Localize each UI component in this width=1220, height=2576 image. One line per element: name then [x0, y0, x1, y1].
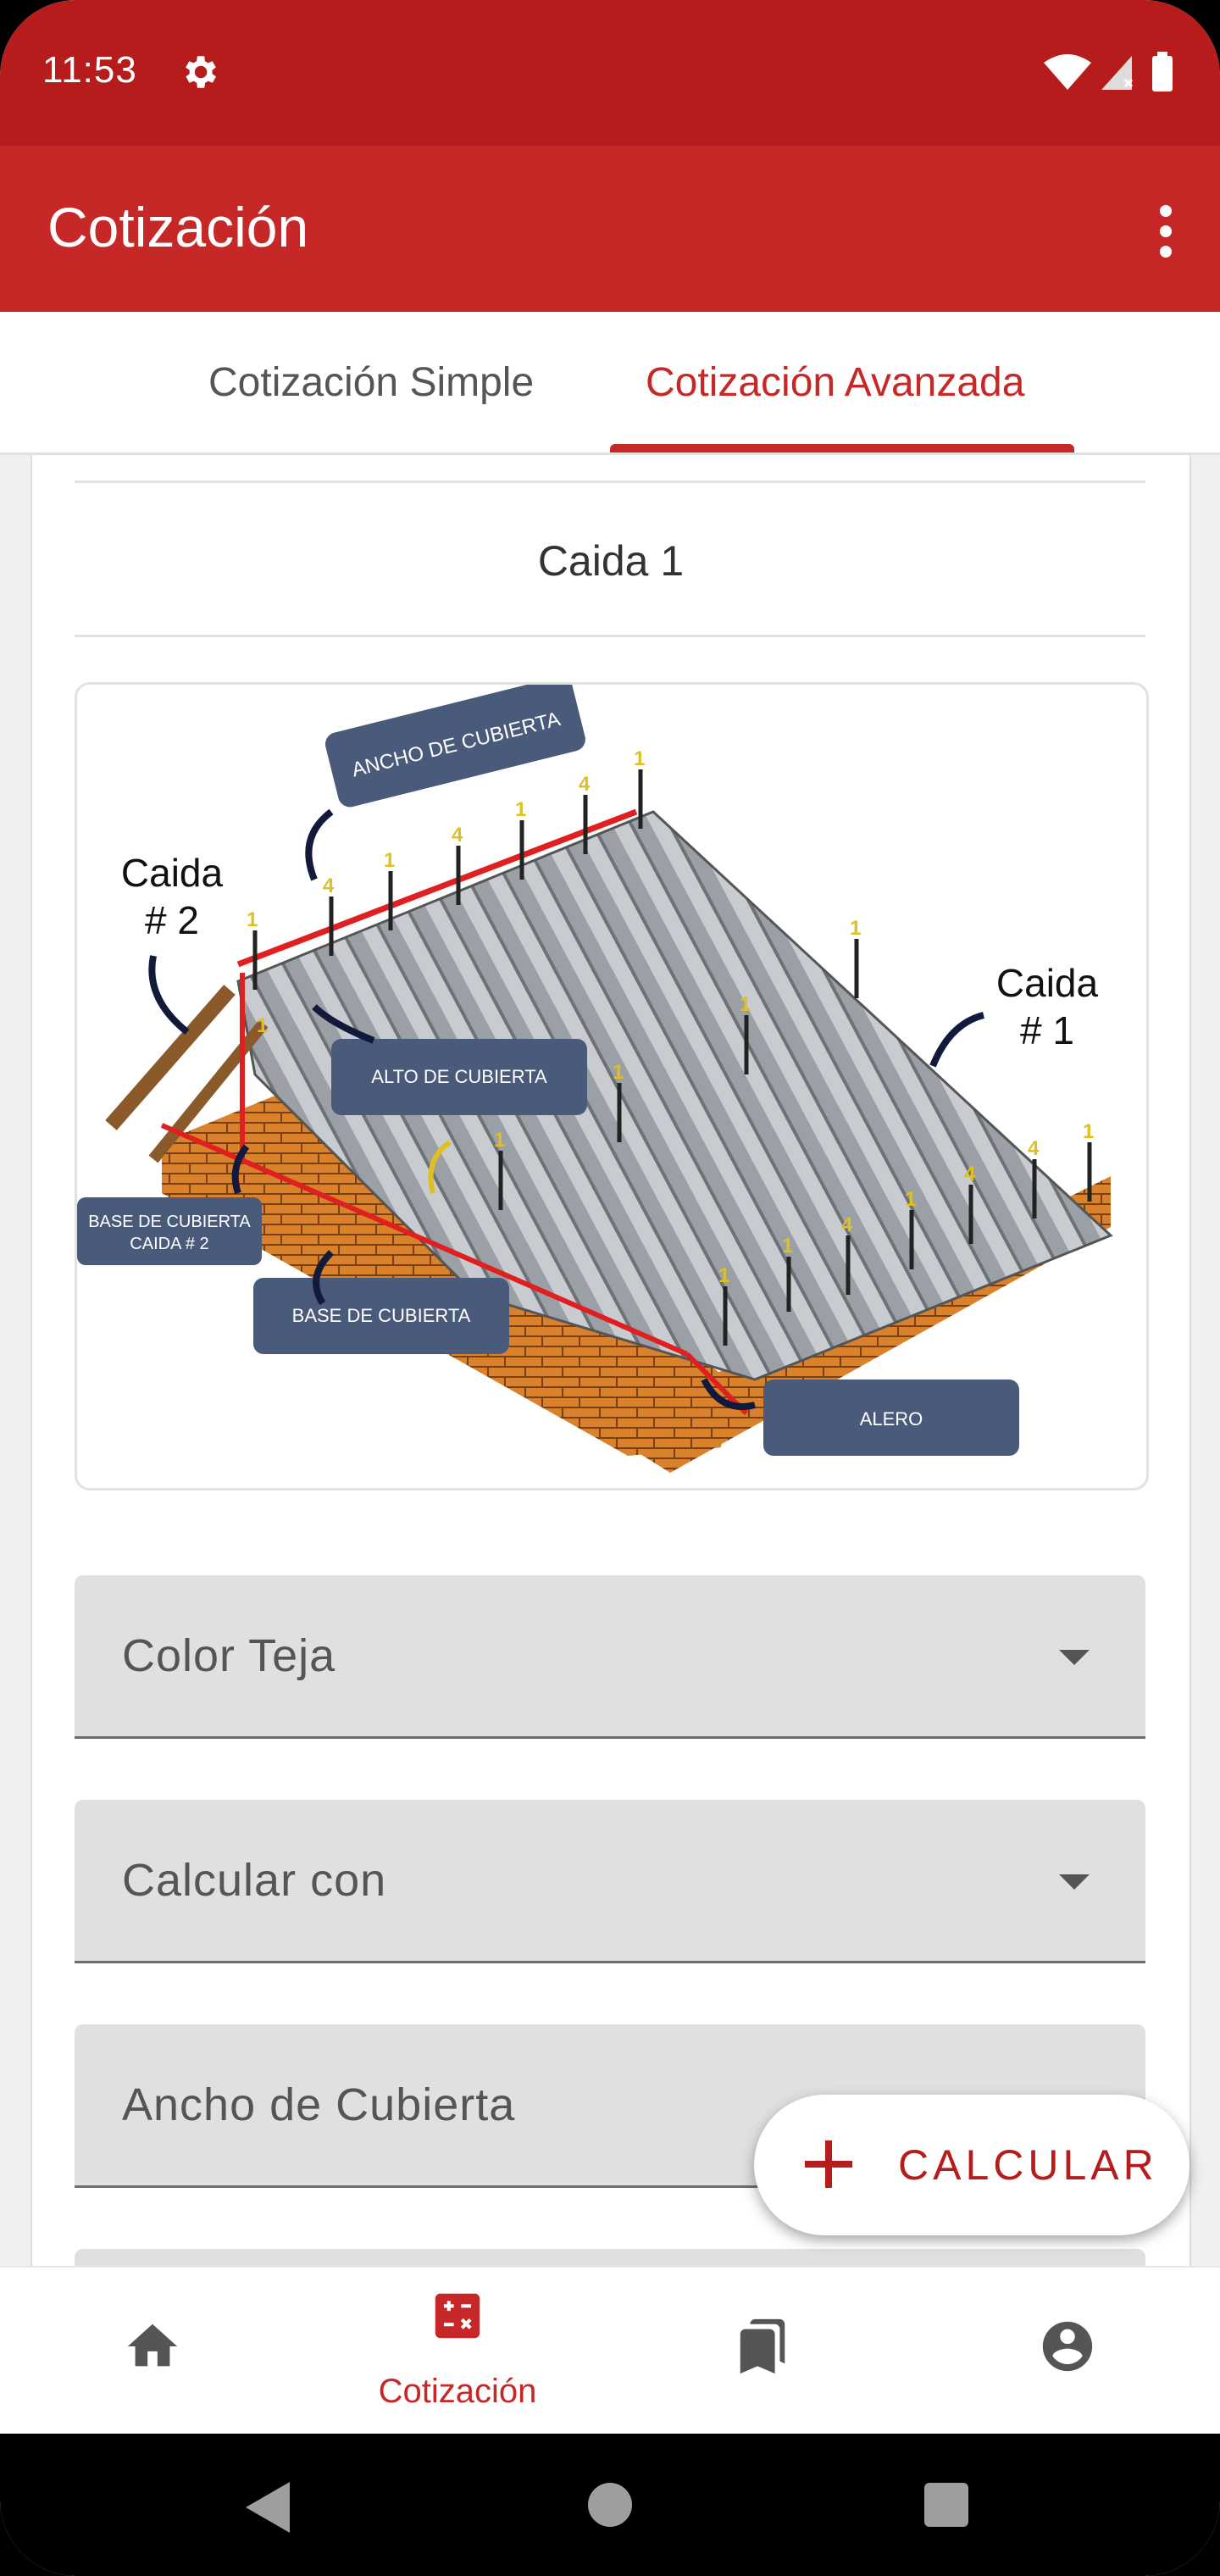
screw-number: 4 — [1028, 1137, 1040, 1160]
screw-number: 1 — [905, 1188, 916, 1211]
home-icon — [127, 2323, 178, 2367]
divider — [75, 480, 1145, 483]
home-circle-icon[interactable] — [588, 2483, 632, 2527]
screw-number: 4 — [579, 773, 591, 796]
screw-number: 1 — [384, 849, 395, 872]
tab-cotizacion-avanzada[interactable]: Cotización Avanzada — [646, 359, 1024, 406]
screw-number: 4 — [964, 1163, 976, 1185]
content-scroll[interactable]: Caida 1 1 4 1 4 1 4 1 1 1 1 1 4 1 4 1 4 … — [0, 455, 1220, 2266]
nav-bookmarks[interactable] — [610, 2268, 915, 2435]
phone-screen: 11:53 Cotización Cotización Simple Cotiz… — [0, 0, 1220, 2576]
tab-bar: Cotización Simple Cotización Avanzada — [0, 312, 1220, 455]
divider — [75, 635, 1145, 637]
label-caida2-line1: Caida — [121, 851, 224, 895]
calcular-con-dropdown[interactable]: Calcular con — [75, 1800, 1145, 1963]
nav-account[interactable] — [915, 2268, 1220, 2435]
overflow-menu-icon[interactable] — [1145, 197, 1186, 264]
settings-gear-icon — [186, 56, 216, 88]
screw-number: 1 — [613, 1061, 624, 1084]
nav-home[interactable] — [0, 2268, 305, 2435]
bookmarks-icon — [740, 2318, 785, 2374]
screw-number: 1 — [247, 908, 258, 931]
screw-number: 1 — [494, 1129, 505, 1152]
screw-number: 4 — [841, 1213, 853, 1236]
screw-number: 4 — [452, 824, 463, 847]
status-bar: 11:53 — [0, 0, 1220, 146]
screw-number: 1 — [257, 1014, 268, 1037]
nav-cotizacion[interactable]: Cotización — [305, 2268, 610, 2435]
label-alto: ALTO DE CUBIERTA — [371, 1066, 547, 1087]
screw-number: 1 — [1083, 1120, 1094, 1143]
screw-number: 1 — [740, 993, 751, 1016]
tab-indicator — [610, 444, 1074, 452]
calcular-fab-button[interactable]: CALCULAR — [754, 2095, 1190, 2235]
label-caida1-line2: # 1 — [1020, 1008, 1074, 1052]
calcular-con-label: Calcular con — [122, 1855, 387, 1906]
battery-icon — [1152, 56, 1173, 92]
screw-number: 1 — [515, 798, 526, 821]
screw-number: 1 — [850, 917, 861, 940]
status-time: 11:53 — [42, 49, 137, 91]
app-title: Cotización — [47, 196, 309, 258]
color-teja-label: Color Teja — [122, 1630, 336, 1681]
recents-icon[interactable] — [924, 2483, 968, 2527]
label-base: BASE DE CUBIERTA — [292, 1305, 471, 1326]
bottom-navigation: Cotización — [0, 2266, 1220, 2435]
nav-cotizacion-label: Cotización — [378, 2373, 537, 2410]
app-bar: Cotización — [0, 146, 1220, 312]
status-icons — [1044, 52, 1173, 92]
account-icon — [1042, 2321, 1093, 2372]
label-alero: ALERO — [860, 1408, 923, 1430]
tab-cotizacion-simple[interactable]: Cotización Simple — [208, 359, 534, 406]
label-base-caida2-line1: BASE DE CUBIERTA — [88, 1213, 251, 1231]
label-base-caida2-line2: CAIDA # 2 — [130, 1235, 208, 1253]
back-icon[interactable] — [246, 2482, 290, 2533]
color-teja-dropdown[interactable]: Color Teja — [75, 1575, 1145, 1739]
label-caida1-line1: Caida — [996, 961, 1099, 1005]
form-card: Caida 1 1 4 1 4 1 4 1 1 1 1 1 4 1 4 1 4 … — [30, 455, 1191, 2266]
roof-diagram: 1 4 1 4 1 4 1 1 1 1 1 4 1 4 1 4 1 1 1 AN… — [77, 685, 1113, 1473]
wifi-icon — [1044, 54, 1091, 90]
dropdown-arrow-icon — [1059, 1874, 1090, 1890]
screw-number: 1 — [718, 1264, 729, 1287]
next-field[interactable] — [75, 2249, 1145, 2266]
section-title: Caida 1 — [537, 537, 685, 585]
label-caida2-line2: # 2 — [145, 898, 199, 942]
screw-number: 4 — [323, 874, 335, 897]
dropdown-arrow-icon — [1059, 1650, 1090, 1665]
calcular-label: CALCULAR — [898, 2141, 1158, 2189]
screw-number: 1 — [782, 1235, 793, 1257]
plus-icon — [800, 2135, 857, 2193]
ancho-cubierta-label: Ancho de Cubierta — [122, 2079, 516, 2130]
screw-number: 1 — [634, 747, 645, 770]
roof-diagram-image: 1 4 1 4 1 4 1 1 1 1 1 4 1 4 1 4 1 1 1 AN… — [75, 682, 1149, 1491]
calculator-icon — [435, 2293, 480, 2339]
